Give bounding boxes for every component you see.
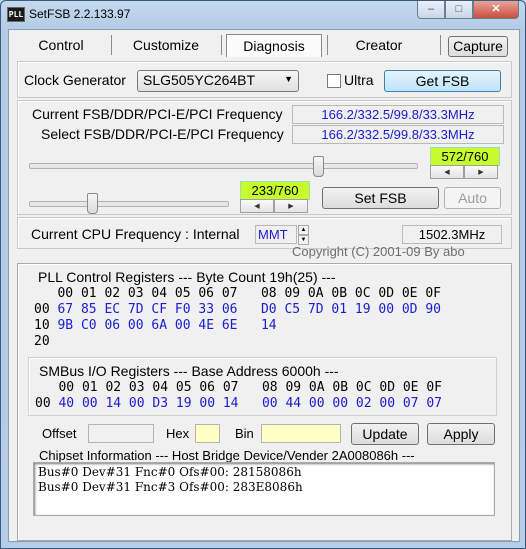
chipset-line: Bus#0 Dev#31 Fnc#3 Ofs#00: 283E8086h bbox=[38, 480, 303, 494]
fsb-slider-thumb[interactable] bbox=[313, 156, 325, 177]
spin-right-icon[interactable]: ▶ bbox=[274, 199, 308, 213]
update-button[interactable]: Update bbox=[351, 423, 419, 445]
close-button[interactable]: ✕ bbox=[473, 1, 519, 19]
select-frequency-label: Select FSB/DDR/PCI-E/PCI Frequency bbox=[41, 126, 284, 142]
cpu-mode-spinner[interactable]: ▲ ▼ bbox=[298, 225, 309, 245]
pll-row: 10 9B C0 06 00 6A 00 4E 6E 14 bbox=[34, 318, 277, 333]
bin-field[interactable] bbox=[261, 424, 341, 443]
chipset-line: Bus#0 Dev#31 Fnc#0 Ofs#00: 28158086h bbox=[38, 465, 302, 479]
offset-label: Offset bbox=[42, 426, 77, 441]
tab-separator bbox=[111, 35, 112, 55]
smbus-registers: SMBus I/O Registers --- Base Address 600… bbox=[28, 357, 497, 416]
window-title: SetFSB 2.2.133.97 bbox=[29, 7, 131, 21]
cpu-frequency-label: Current CPU Frequency : Internal bbox=[31, 226, 240, 242]
bin-label: Bin bbox=[235, 426, 254, 441]
pll-row: 20 bbox=[34, 334, 50, 349]
clock-generator-value: SLG505YC264BT bbox=[143, 72, 256, 88]
clock-generator-label: Clock Generator bbox=[24, 72, 126, 88]
small-slider-thumb[interactable] bbox=[86, 193, 98, 214]
clock-generator-select[interactable]: SLG505YC264BT ▼ bbox=[137, 70, 299, 92]
chipset-title: Chipset Information --- Host Bridge Devi… bbox=[39, 448, 415, 463]
small-slider-readout: 233/760 bbox=[240, 181, 310, 200]
spin-up-icon[interactable]: ▲ bbox=[298, 225, 309, 235]
tab-separator bbox=[440, 35, 441, 55]
hex-label: Hex bbox=[166, 426, 190, 441]
current-frequency-label: Current FSB/DDR/PCI-E/PCI Frequency bbox=[32, 106, 283, 122]
auto-button[interactable]: Auto bbox=[444, 187, 501, 209]
spin-right-icon[interactable]: ▶ bbox=[464, 165, 498, 179]
chipset-info-box[interactable]: Bus#0 Dev#31 Fnc#0 Ofs#00: 28158086h Bus… bbox=[33, 462, 495, 516]
chevron-down-icon: ▼ bbox=[284, 74, 293, 84]
fsb-slider-readout: 572/760 bbox=[430, 147, 500, 166]
app-icon: PLL bbox=[7, 7, 25, 22]
tab-separator bbox=[221, 35, 222, 55]
minimize-button[interactable]: – bbox=[417, 1, 445, 19]
ultra-checkbox[interactable] bbox=[327, 74, 341, 88]
apply-button[interactable]: Apply bbox=[427, 423, 495, 445]
smbus-row: 00 40 00 14 00 D3 19 00 14 00 44 00 00 0… bbox=[35, 396, 442, 411]
select-frequency-value: 166.2/332.5/99.8/33.3MHz bbox=[292, 125, 504, 144]
copyright-text: Copyright (C) 2001-09 By abo bbox=[292, 244, 465, 259]
smbus-title: SMBus I/O Registers --- Base Address 600… bbox=[39, 363, 339, 379]
title-bar[interactable]: PLL SetFSB 2.2.133.97 – □ ✕ bbox=[1, 1, 525, 27]
small-slider-track[interactable] bbox=[29, 201, 229, 207]
pll-title: PLL Control Registers --- Byte Count 19h… bbox=[38, 269, 336, 285]
capture-button[interactable]: Capture bbox=[448, 36, 508, 57]
tab-diagnosis[interactable]: Diagnosis bbox=[226, 34, 322, 57]
tab-control[interactable]: Control bbox=[17, 34, 105, 56]
tab-creator[interactable]: Creator bbox=[331, 34, 427, 56]
cpu-frequency-value: 1502.3MHz bbox=[402, 225, 502, 244]
tab-separator bbox=[327, 35, 328, 55]
tab-customize[interactable]: Customize bbox=[115, 34, 217, 56]
fsb-slider-track[interactable] bbox=[29, 163, 418, 169]
get-fsb-button[interactable]: Get FSB bbox=[384, 70, 501, 92]
pll-row: 00 67 85 EC 7D CF F0 33 06 D0 C5 7D 01 1… bbox=[34, 302, 441, 317]
maximize-button[interactable]: □ bbox=[445, 1, 473, 19]
spin-left-icon[interactable]: ◀ bbox=[430, 165, 464, 179]
cpu-mode-value: MMT bbox=[255, 225, 297, 244]
pll-registers: PLL Control Registers --- Byte Count 19h… bbox=[28, 269, 495, 351]
setfsb-window: PLL SetFSB 2.2.133.97 – □ ✕ Control Cust… bbox=[0, 0, 526, 549]
offset-field[interactable] bbox=[88, 424, 154, 443]
client-area: Control Customize Diagnosis Creator Capt… bbox=[8, 29, 520, 542]
hex-field[interactable] bbox=[195, 424, 220, 443]
small-spin-buttons[interactable]: ◀ ▶ bbox=[240, 199, 308, 213]
current-frequency-value: 166.2/332.5/99.8/33.3MHz bbox=[292, 105, 504, 124]
smbus-header-row: 00 01 02 03 04 05 06 07 08 09 0A 0B 0C 0… bbox=[35, 380, 442, 395]
pll-header-row: 00 01 02 03 04 05 06 07 08 09 0A 0B 0C 0… bbox=[34, 286, 441, 301]
spin-left-icon[interactable]: ◀ bbox=[240, 199, 274, 213]
set-fsb-button[interactable]: Set FSB bbox=[322, 187, 439, 209]
ultra-label: Ultra bbox=[344, 72, 374, 88]
fsb-spin-buttons[interactable]: ◀ ▶ bbox=[430, 165, 498, 179]
